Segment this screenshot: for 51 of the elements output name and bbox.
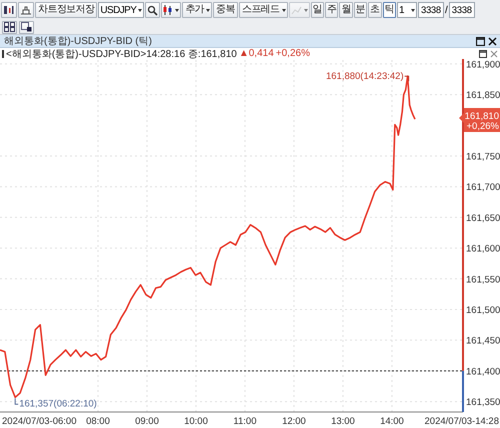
spread-menu[interactable]: 스프레드 xyxy=(238,2,288,18)
save-chart-button[interactable]: 차트정보저장 xyxy=(35,2,98,18)
period-tab[interactable]: 틱 xyxy=(382,2,396,18)
period-tab[interactable]: 분 xyxy=(354,2,368,18)
y-tick-label: 161,700 xyxy=(466,182,500,194)
period-tab[interactable]: 일 xyxy=(310,2,324,18)
change-percent-text: +0,26% xyxy=(276,48,310,59)
y-tick-label: 161,350 xyxy=(466,397,500,408)
y-tick-label: 161,450 xyxy=(466,336,500,347)
x-tick-label: 11:00 xyxy=(233,416,257,427)
x-tick-label: 14:00 xyxy=(380,416,404,427)
last-price-badge: 161,810 +0,26% xyxy=(459,108,500,132)
period-tab[interactable]: 주 xyxy=(324,2,338,18)
count-field[interactable]: 3338 xyxy=(418,2,444,18)
x-tick-label: 13:00 xyxy=(331,416,355,427)
price-info-text: <해외통화(통합)-USDJPY-BID>14:28:16 종:161,810 xyxy=(6,48,237,60)
period-tab[interactable]: 초 xyxy=(368,2,382,18)
y-tick-label: 161,650 xyxy=(466,212,500,224)
y-tick-label: 161,400 xyxy=(466,366,500,378)
total-field[interactable]: 3338 xyxy=(448,2,475,18)
y-tick-label: 161,850 xyxy=(466,90,500,102)
x-tick-label: 09:00 xyxy=(135,416,159,427)
end-time-label: 2024/07/03-14:28 xyxy=(424,416,499,427)
grid-layout-icon[interactable] xyxy=(2,20,17,34)
maximize-icon[interactable] xyxy=(479,50,487,58)
y-tick-label: 161,600 xyxy=(466,244,500,255)
search-icon[interactable] xyxy=(145,2,160,18)
y-tick-label: 161,900 xyxy=(466,59,500,70)
symbol-combo[interactable]: USDJPY xyxy=(98,2,144,18)
x-tick-label: 08:00 xyxy=(86,416,110,427)
period-tab[interactable]: 월 xyxy=(339,2,353,18)
low-price-label: 161,357(06:22:10) xyxy=(19,398,97,410)
window-title: 해외통화(통합)-USDJPY-BID (틱) xyxy=(4,35,152,48)
y-tick-label: 161,550 xyxy=(466,274,500,286)
start-time-label: 2024/07/03-06:00 xyxy=(2,416,76,427)
x-tick-label: 10:00 xyxy=(184,416,208,427)
overlap-button[interactable]: 중복 xyxy=(213,2,238,18)
separator-text: / xyxy=(444,4,448,16)
y-tick-label: 161,750 xyxy=(466,152,500,162)
add-menu[interactable]: 추가 xyxy=(182,2,212,18)
close-icon[interactable] xyxy=(488,36,497,46)
candle-type-icon[interactable] xyxy=(161,2,182,18)
y-tick-label: 161,500 xyxy=(466,304,500,316)
change-text: ▲0,414 xyxy=(238,48,274,59)
interval-combo[interactable]: 1 xyxy=(396,2,417,18)
chart-layout-icon[interactable] xyxy=(1,2,17,18)
maximize-icon[interactable] xyxy=(476,36,485,46)
window-list-icon[interactable] xyxy=(19,20,34,34)
high-price-label: 161,880(14:23:42) xyxy=(326,71,404,82)
series-marker-icon xyxy=(2,50,4,58)
x-tick-label: 12:00 xyxy=(282,416,306,427)
